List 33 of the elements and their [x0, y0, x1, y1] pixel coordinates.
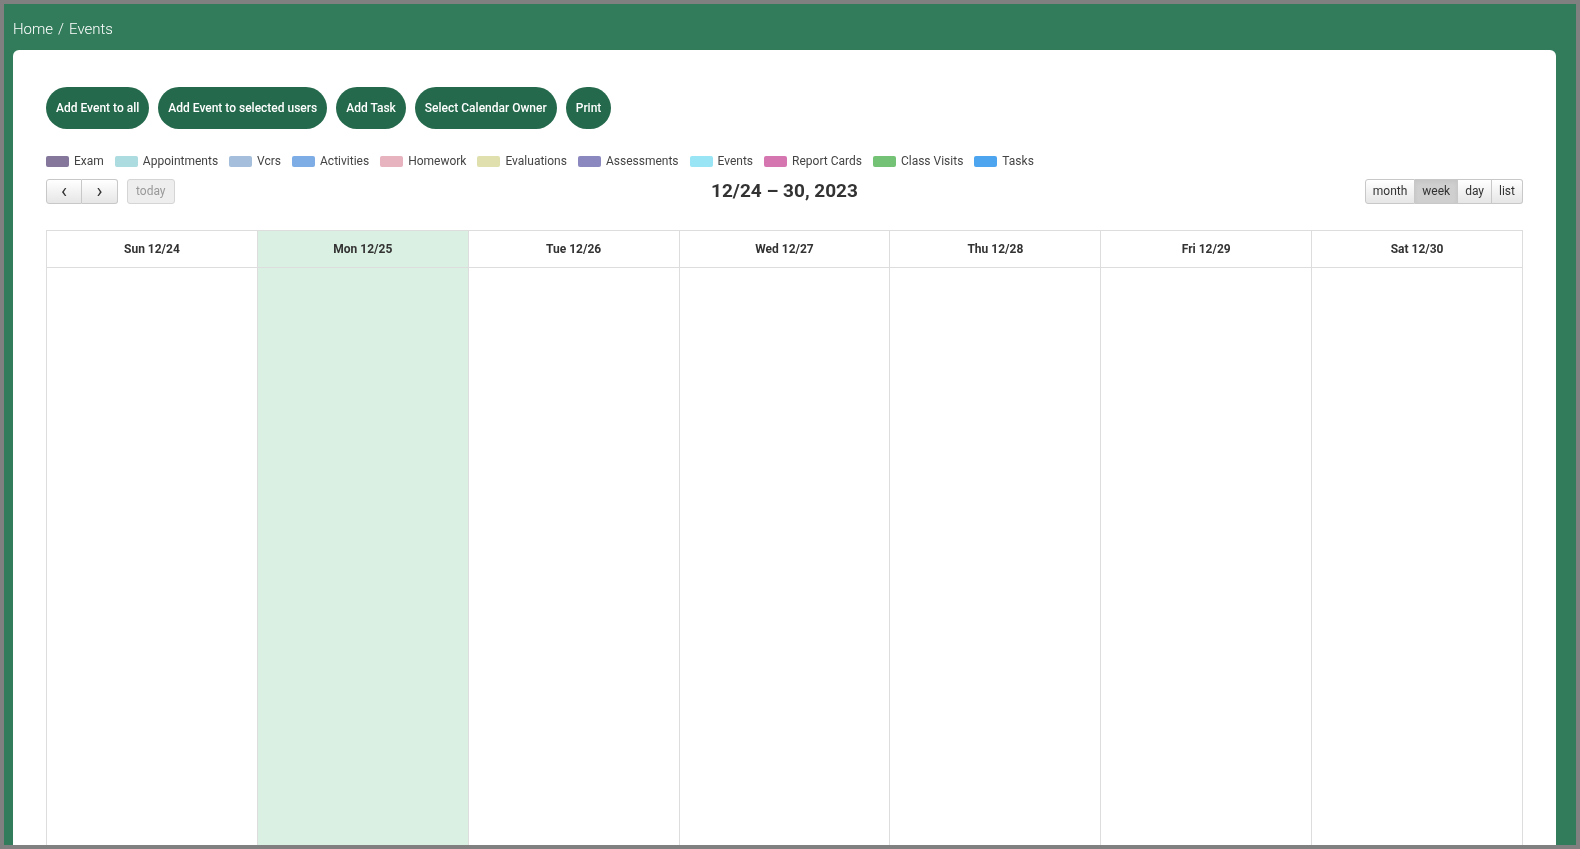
legend-label: Assessments [605, 153, 679, 170]
action-button[interactable]: Print [565, 87, 612, 129]
view-tab[interactable]: day [1458, 178, 1492, 204]
day-header: Sat 12/30 [1312, 230, 1522, 268]
day-header: Tue 12/26 [468, 230, 679, 268]
day-header: Fri 12/29 [1101, 230, 1312, 268]
legend-label: Report Cards [792, 153, 862, 170]
legend-label: Class Visits [900, 153, 964, 170]
next-button[interactable]: › [82, 178, 118, 204]
view-tab[interactable]: list [1492, 178, 1523, 204]
legend-label: Homework [408, 153, 467, 170]
breadcrumb-separator: / [58, 18, 65, 40]
action-button[interactable]: Add Event to selected users [158, 87, 328, 129]
action-button[interactable]: Add Task [336, 87, 406, 129]
view-tab[interactable]: week [1415, 178, 1459, 204]
previous-button[interactable]: ‹ [46, 178, 82, 204]
legend-label: Appointments [142, 153, 219, 170]
day-header: Sun 12/24 [47, 230, 257, 268]
legend-label: Vcrs [257, 153, 282, 170]
date-range-title: 12/24 – 30, 2023 [711, 178, 858, 204]
legend-label: Evaluations [505, 153, 567, 170]
day-header: Mon 12/25 [257, 230, 468, 268]
legend-label: Tasks [1002, 153, 1034, 170]
breadcrumb-link[interactable]: Home [13, 17, 54, 41]
action-button[interactable]: Select Calendar Owner [414, 87, 557, 129]
action-button[interactable]: Add Event to all [46, 87, 150, 129]
view-tab[interactable]: month [1364, 178, 1416, 204]
day-header: Wed 12/27 [679, 230, 890, 268]
legend-label: Activities [320, 153, 370, 170]
day-header: Thu 12/28 [890, 230, 1101, 268]
legend-label: Exam [74, 153, 104, 170]
legend-label: Events [717, 153, 754, 170]
breadcrumb-link[interactable]: Events [69, 17, 113, 41]
